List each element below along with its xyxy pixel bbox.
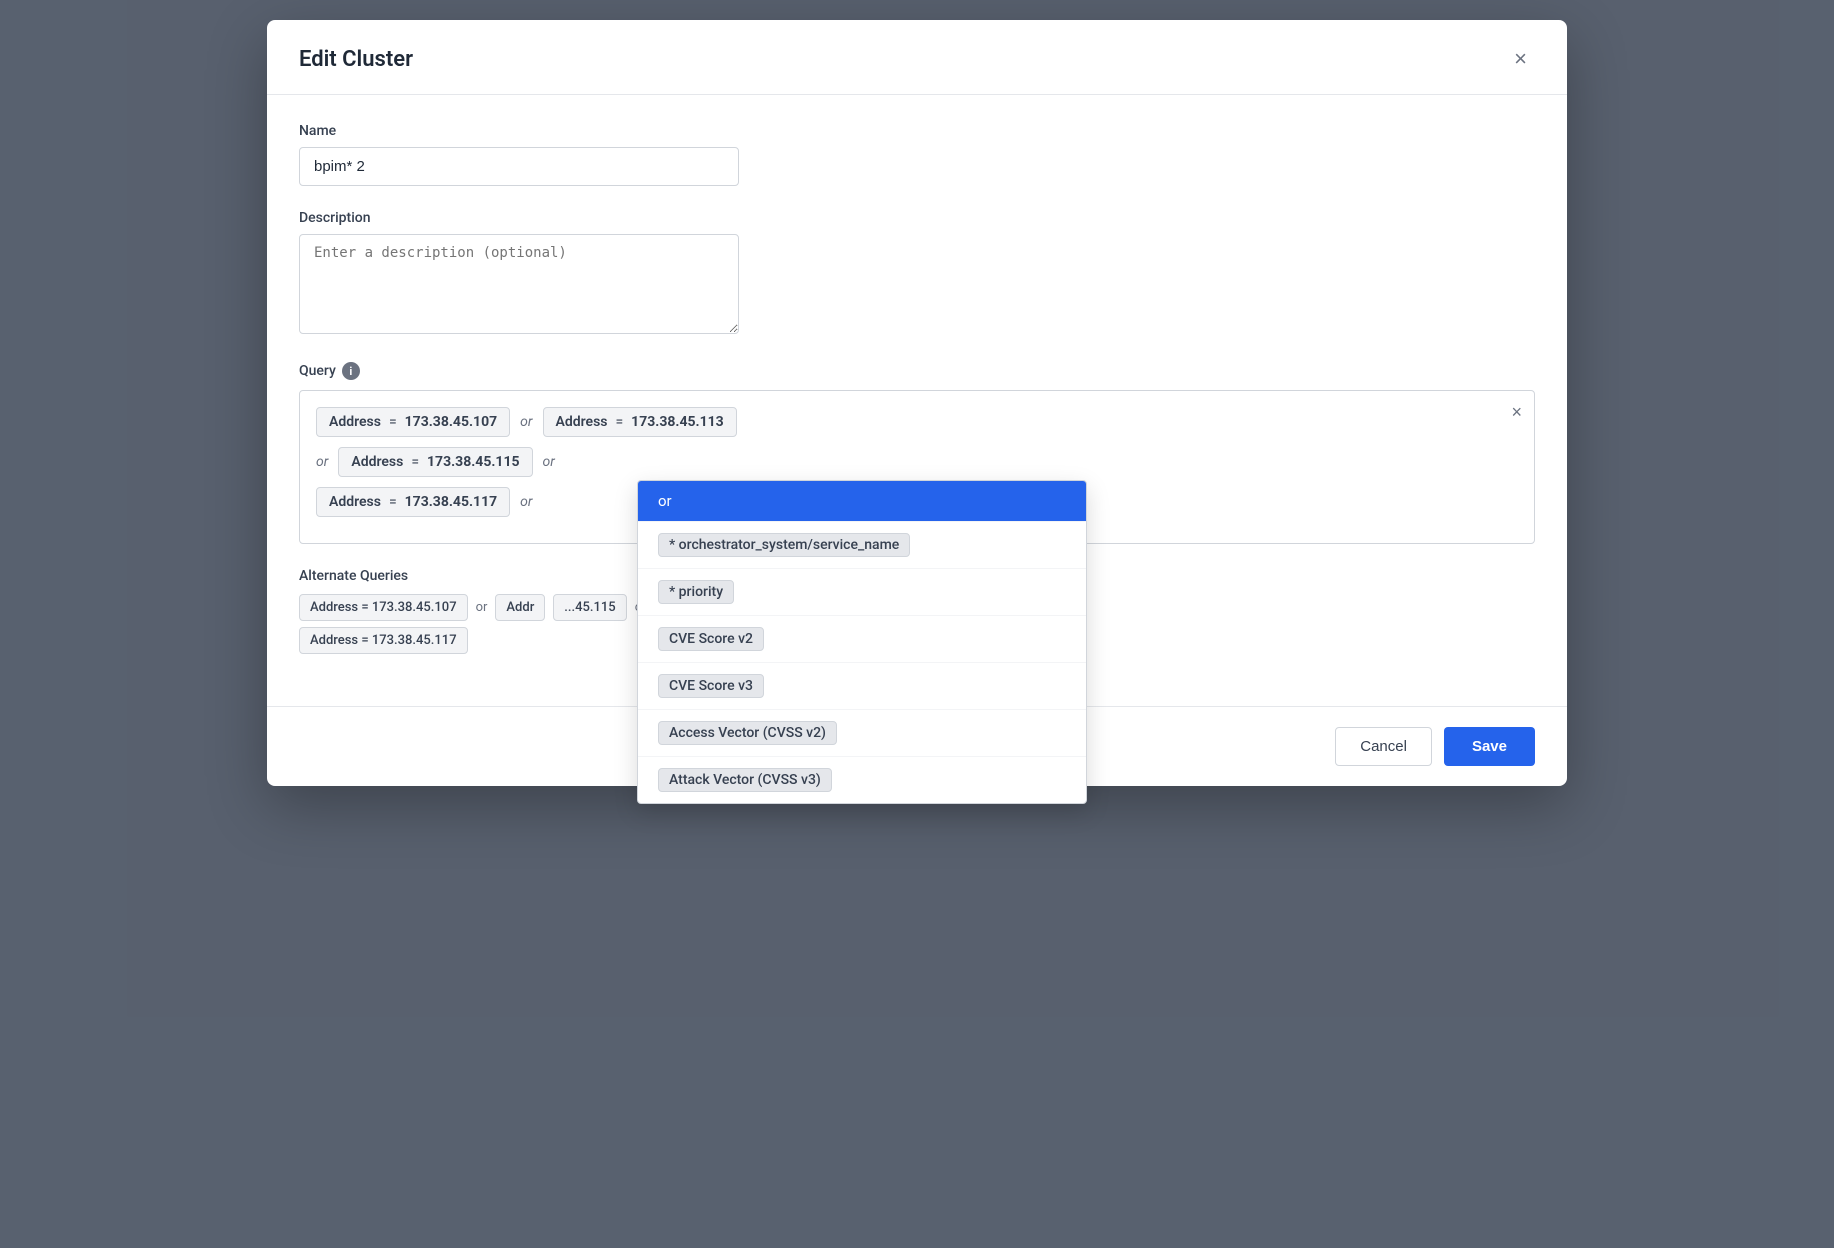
alt-chip-4: Address = 173.38.45.117	[299, 627, 468, 654]
query-label-row: Query i	[299, 362, 1535, 380]
dropdown-item-access-vector[interactable]: Access Vector (CVSS v2)	[638, 710, 1086, 757]
chip-operator: =	[389, 494, 397, 510]
dropdown-tag-cve-v2: CVE Score v2	[658, 627, 764, 651]
dropdown-menu: or * orchestrator_system/service_name * …	[637, 480, 1087, 804]
alt-or-1: or	[476, 600, 488, 615]
cancel-button[interactable]: Cancel	[1335, 727, 1432, 766]
name-field-group: Name	[299, 123, 1535, 186]
description-field-group: Description	[299, 210, 1535, 338]
chip-operator: =	[615, 414, 623, 430]
description-input[interactable]	[299, 234, 739, 334]
chip-value: 173.38.45.107	[405, 414, 498, 430]
chip-field: Address	[329, 414, 381, 430]
dropdown-item-orchestrator[interactable]: * orchestrator_system/service_name	[638, 522, 1086, 569]
alt-chip-1: Address = 173.38.45.107	[299, 594, 468, 621]
dropdown-tag-orchestrator: * orchestrator_system/service_name	[658, 533, 910, 557]
close-button[interactable]: ×	[1506, 44, 1535, 74]
dropdown-item-or[interactable]: or	[638, 481, 1086, 522]
dropdown-tag-cve-v3: CVE Score v3	[658, 674, 764, 698]
query-row-2: or Address = 173.38.45.115 or	[316, 447, 1518, 477]
dropdown-tag-priority: * priority	[658, 580, 734, 604]
query-chip-1[interactable]: Address = 173.38.45.107	[316, 407, 510, 437]
chip-value: 173.38.45.113	[631, 414, 724, 430]
query-label: Query	[299, 363, 336, 379]
or-connector-2: or	[316, 454, 328, 470]
name-input[interactable]	[299, 147, 739, 186]
edit-cluster-modal: Edit Cluster × Name Description Query i	[267, 20, 1567, 786]
chip-field: Address	[351, 454, 403, 470]
chip-value: 173.38.45.115	[427, 454, 520, 470]
query-chip-2[interactable]: Address = 173.38.45.113	[543, 407, 737, 437]
chip-field: Address	[556, 414, 608, 430]
query-close-button[interactable]: ×	[1511, 403, 1522, 421]
modal-header: Edit Cluster ×	[267, 20, 1567, 95]
dropdown-tag-attack-vector: Attack Vector (CVSS v3)	[658, 768, 832, 792]
chip-value: 173.38.45.117	[405, 494, 498, 510]
or-connector-4: or	[520, 494, 532, 510]
save-button[interactable]: Save	[1444, 727, 1535, 766]
dropdown-item-cve-v2[interactable]: CVE Score v2	[638, 616, 1086, 663]
alt-chip-3: ...45.115	[553, 594, 626, 621]
query-chip-4[interactable]: Address = 173.38.45.117	[316, 487, 510, 517]
dropdown-item-attack-vector[interactable]: Attack Vector (CVSS v3)	[638, 757, 1086, 803]
modal-title: Edit Cluster	[299, 47, 413, 72]
or-connector-3: or	[543, 454, 555, 470]
name-label: Name	[299, 123, 1535, 139]
query-info-icon[interactable]: i	[342, 362, 360, 380]
modal-overlay: Edit Cluster × Name Description Query i	[0, 0, 1834, 1248]
alt-chip-2: Addr	[495, 594, 545, 621]
dropdown-item-priority[interactable]: * priority	[638, 569, 1086, 616]
chip-operator: =	[389, 414, 397, 430]
description-label: Description	[299, 210, 1535, 226]
chip-field: Address	[329, 494, 381, 510]
query-chip-3[interactable]: Address = 173.38.45.115	[338, 447, 532, 477]
query-row-1: Address = 173.38.45.107 or Address = 173…	[316, 407, 1518, 437]
or-connector-1: or	[520, 414, 532, 430]
dropdown-tag-access-vector: Access Vector (CVSS v2)	[658, 721, 837, 745]
chip-operator: =	[411, 454, 419, 470]
dropdown-item-cve-v3[interactable]: CVE Score v3	[638, 663, 1086, 710]
